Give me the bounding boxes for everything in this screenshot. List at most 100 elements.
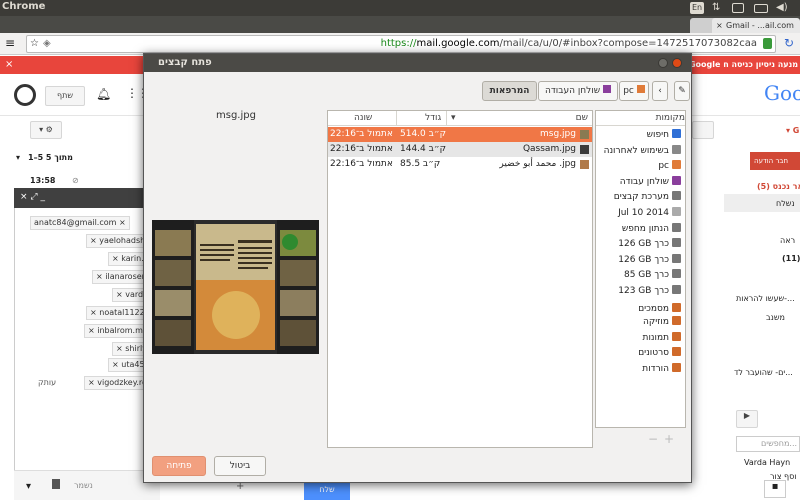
bookmark-star-icon[interactable]: ☆ — [30, 36, 39, 52]
cc-link[interactable]: עותק — [38, 378, 56, 387]
places-header: מקומות — [596, 111, 685, 126]
close-banner-icon[interactable]: × — [5, 59, 13, 70]
compose-window-header[interactable]: × ⤢ _ — [14, 188, 160, 208]
close-compose-icon[interactable]: × ⤢ _ — [20, 192, 45, 202]
file-list[interactable]: שונה גודל ▾ שם אתמול ב־22:16 514.0 ק״ב m… — [327, 110, 593, 448]
gmail-label[interactable]: ▾ G — [786, 126, 799, 135]
file-size: 85.5 ק״ב — [400, 159, 441, 169]
compose-button[interactable]: חבר הודעה — [750, 152, 800, 170]
cancel-button[interactable]: ביטול — [214, 456, 266, 476]
column-header-modified[interactable]: שונה — [328, 111, 396, 126]
email-time: 13:58 — [30, 176, 56, 185]
add-bookmark-icon[interactable]: + — [664, 432, 674, 446]
inbox-link[interactable]: דואר נכנס (5) — [757, 182, 800, 191]
places-sidebar: מקומות חיפוש בשימוש לאחרונה pc שולחן עבודה מ… — [595, 110, 686, 428]
place-item[interactable]: בשימוש לאחרונה — [604, 144, 681, 159]
chat-bubble-icon[interactable]: ▪ — [764, 480, 786, 498]
place-item[interactable]: 126 GB כרך — [618, 253, 681, 268]
remove-bookmark-icon[interactable]: − — [648, 432, 658, 446]
file-row[interactable]: אתמול ב־22:16 144.4 ק״ב Qassam.jpg — [328, 142, 592, 157]
image-file-icon — [580, 130, 589, 139]
place-item[interactable]: מוזיקה — [643, 315, 681, 330]
settings-gear-button[interactable]: ▾ ⚙ — [30, 121, 62, 139]
battery-icon[interactable] — [754, 4, 768, 13]
file-name: msg.jpg — [540, 129, 576, 139]
recipient-chip[interactable]: anatc84@gmail.com × — [30, 216, 130, 230]
tab-close-icon[interactable]: × — [716, 18, 723, 33]
chat-contact[interactable]: Varda Hayn — [744, 458, 790, 467]
network-icon[interactable]: ⇅ — [712, 2, 722, 14]
avatar[interactable] — [14, 84, 36, 106]
place-item[interactable]: 123 GB כרך — [618, 284, 681, 299]
more-options-icon[interactable]: ▾ — [26, 481, 31, 492]
dialog-title: פתח קבצים — [158, 57, 212, 68]
place-label: Jul 10 2014 — [618, 208, 669, 218]
disc-icon — [672, 207, 681, 216]
address-bar[interactable]: ☆ ◈ https://mail.google.com/mail/ca/u/0/… — [26, 35, 776, 53]
column-header-size[interactable]: גודל — [396, 111, 446, 126]
drive-icon — [672, 285, 681, 294]
path-button-pc[interactable]: pc — [619, 81, 649, 101]
send-button[interactable]: שלח — [304, 481, 350, 500]
minimize-button[interactable] — [658, 58, 668, 68]
share-button[interactable]: שתף — [45, 86, 85, 106]
volume-icon[interactable]: ◀) — [776, 2, 788, 14]
open-button[interactable]: פתיחה — [152, 456, 206, 476]
reload-icon[interactable]: ↻ — [784, 37, 794, 49]
browser-tab-gmail[interactable]: × Gmail - ...ail.com — [712, 18, 800, 33]
sidebar-snippet: משנב — [766, 313, 785, 322]
place-item[interactable]: הורדות — [642, 362, 681, 377]
trash-icon[interactable] — [52, 479, 60, 489]
dropdown-icon[interactable] — [692, 121, 714, 139]
place-item[interactable]: תמונות — [643, 331, 681, 346]
place-item[interactable]: שולחן עבודה — [620, 175, 681, 190]
recipient-chip[interactable]: × inbalrom.me — [84, 324, 152, 338]
place-item[interactable]: הנתון מחפש — [622, 222, 681, 237]
column-header-name[interactable]: ▾ שם — [446, 111, 592, 126]
keyboard-layout-indicator[interactable]: En — [690, 2, 705, 14]
place-item[interactable]: Jul 10 2014 — [618, 206, 681, 221]
place-label: שולחן עבודה — [619, 176, 669, 187]
banner-text: Google מנעה ניסיון כניסה ח — [688, 60, 798, 69]
image-file-icon — [580, 145, 589, 154]
path-back-button[interactable]: ‹ — [652, 81, 668, 101]
place-item[interactable]: חיפוש — [647, 128, 681, 143]
videos-folder-icon — [672, 347, 681, 357]
close-dialog-button[interactable] — [672, 58, 682, 68]
page-action-icon[interactable]: ◈ — [43, 36, 51, 52]
sort-descending-icon: ▾ — [451, 113, 456, 123]
recipient-chip[interactable]: × vigodzkey.ro — [84, 376, 151, 390]
file-size: 514.0 ק״ב — [400, 129, 447, 139]
place-label: 85 GB כרך — [623, 270, 669, 281]
path-button-current[interactable]: המרפאות — [482, 81, 537, 101]
place-item[interactable]: 85 GB כרך — [624, 268, 681, 283]
place-item[interactable]: מערכת קבצים — [614, 190, 681, 205]
file-row[interactable]: אתמול ב־22:16 85.5 ק״ב محمد أبو خضير .jp… — [328, 157, 592, 172]
place-label: מוזיקה — [643, 317, 669, 328]
url-text: https://mail.google.com/mail/ca/u/0/#inb… — [380, 38, 757, 49]
video-call-icon[interactable]: ▶ — [736, 410, 758, 428]
music-folder-icon — [672, 316, 681, 326]
place-label: סרטונים — [638, 348, 669, 359]
place-item[interactable]: 126 GB כרך — [618, 237, 681, 252]
place-item[interactable]: סרטונים — [638, 346, 681, 361]
home-folder-icon — [672, 160, 681, 170]
dialog-titlebar[interactable]: פתח קבצים — [144, 54, 691, 72]
drafts-count[interactable]: (11) — [782, 254, 800, 263]
path-button-desktop[interactable]: שולחן העבודה — [538, 81, 618, 101]
pagination-dropdown-icon[interactable]: ▾ — [16, 153, 20, 162]
notifications-bell-icon[interactable]: 🔔︎ — [96, 87, 111, 101]
place-label: בשימוש לאחרונה — [603, 145, 669, 156]
file-row[interactable]: אתמול ב־22:16 514.0 ק״ב msg.jpg — [328, 127, 592, 142]
mail-indicator-icon[interactable] — [732, 3, 744, 13]
sent-link[interactable]: נשלח — [776, 199, 795, 208]
drive-icon — [672, 269, 681, 279]
desktop-icon — [602, 85, 611, 93]
documents-folder-icon — [672, 302, 681, 312]
downloads-folder-icon — [672, 363, 681, 372]
menu-icon[interactable]: ≡ — [5, 37, 15, 49]
place-item[interactable]: pc — [658, 159, 681, 174]
edit-location-button[interactable]: ✎ — [674, 81, 690, 101]
file-name: محمد أبو خضير .jpg — [499, 159, 576, 169]
chat-search-input[interactable]: מחפשים... — [736, 436, 800, 452]
